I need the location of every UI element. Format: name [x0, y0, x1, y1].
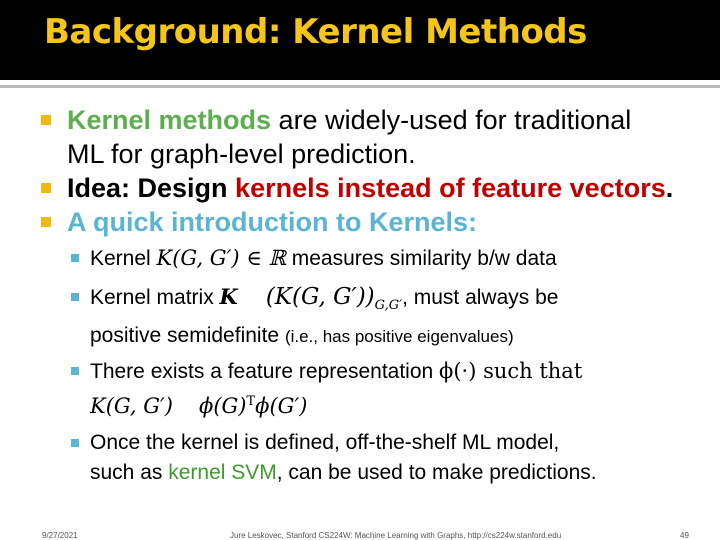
sub-bullet-marker: [71, 293, 79, 301]
kernel-svm-highlight: kernel SVM: [168, 461, 277, 485]
kernel-formula: K(G, G′) ∈ ℝ: [156, 246, 286, 270]
slide-title: Background: Kernel Methods: [44, 12, 587, 52]
bullet-marker: [41, 217, 51, 227]
bullet-marker: [41, 183, 51, 193]
phi-g-prime: ϕ(G′): [255, 394, 308, 419]
off-the-shelf-post: , can be used to make predictions.: [276, 461, 597, 485]
kernel-matrix-rest: , must always be: [402, 286, 559, 309]
kernel-matrix-formula: (K(G, G′)): [265, 284, 375, 310]
sub-bullet-marker: [71, 439, 79, 448]
sub-bullet-off-the-shelf: Once the kernel is defined, off-the-shel…: [0, 428, 720, 488]
bullet-text-line2: ML for graph-level prediction.: [67, 139, 416, 169]
title-divider: [0, 80, 720, 88]
idea-prefix: Idea: Design: [67, 173, 236, 203]
kernel-expr: K(G, G′): [90, 394, 173, 419]
bullet-marker: [41, 115, 51, 125]
psd-note: (i.e., has positive eigenvalues): [284, 327, 514, 347]
sub-bullet-marker: [71, 254, 79, 262]
footer-page-number: 49: [680, 531, 689, 540]
bullet-quick-intro: A quick introduction to Kernels:: [0, 205, 720, 239]
kernel-methods-highlight: Kernel methods: [67, 105, 272, 135]
phi-g: ϕ(G): [199, 394, 247, 419]
sub-bullet-marker: [71, 367, 79, 376]
footer-credit: Jure Leskovec, Stanford CS224W: Machine …: [230, 531, 562, 540]
idea-highlight: kernels instead of feature vectors: [235, 173, 666, 203]
bullet-kernel-methods: Kernel methods are widely-used for tradi…: [0, 103, 720, 171]
bullet-text: are widely-used for traditional: [271, 105, 632, 135]
title-bar: Background: Kernel Methods: [0, 0, 720, 80]
slide-content: Kernel methods are widely-used for tradi…: [0, 103, 720, 488]
off-the-shelf-pre: such as: [90, 461, 169, 485]
off-the-shelf-line1: Once the kernel is defined, off-the-shel…: [90, 431, 560, 455]
quick-intro-text: A quick introduction to Kernels:: [67, 207, 478, 237]
transpose-sup: T: [246, 394, 256, 410]
kernel-matrix-symbol: K: [219, 284, 238, 309]
footer-date: 9/27/2021: [42, 531, 78, 540]
psd-text: positive semidefinite: [90, 324, 285, 348]
bullet-idea: Idea: Design kernels instead of feature …: [0, 171, 720, 205]
idea-suffix: .: [665, 173, 674, 203]
sub-bullet-kernel-matrix: Kernel matrix K (K(G, G′))G,G′, must alwa…: [0, 282, 720, 352]
kernel-matrix-label: Kernel matrix: [90, 286, 220, 309]
sub-bullet-kernel: Kernel K(G, G′) ∈ ℝ measures similarity …: [0, 243, 720, 274]
feature-rep-text: There exists a feature representation: [90, 360, 440, 384]
sub-bullet-feature-rep: There exists a feature representation ϕ(…: [0, 356, 720, 422]
feature-rep-math: ϕ(·) such that: [439, 359, 583, 384]
kernel-matrix-subscript: G,G′: [374, 298, 403, 314]
kernel-label: Kernel: [90, 247, 157, 270]
kernel-description: measures similarity b/w data: [285, 247, 557, 270]
